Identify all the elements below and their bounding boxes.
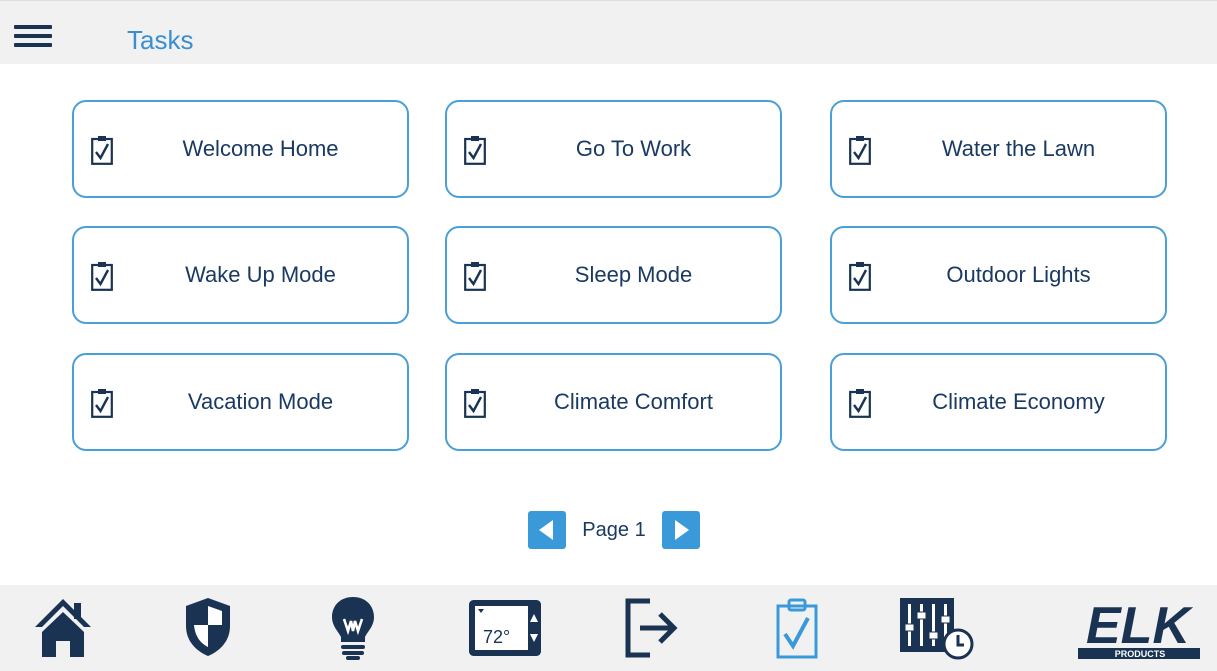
task-label: Wake Up Mode xyxy=(185,262,336,287)
exit-arrow-icon[interactable] xyxy=(622,598,680,658)
task-button-climate-comfort[interactable]: Climate Comfort xyxy=(445,353,782,451)
arrow-right-icon xyxy=(675,520,689,540)
task-button-vacation-mode[interactable]: Vacation Mode xyxy=(72,353,409,451)
logo-sub-text: PRODUCTS xyxy=(1115,649,1166,659)
lightbulb-icon[interactable] xyxy=(329,595,377,661)
clipboard-check-icon xyxy=(91,389,113,418)
clipboard-check-icon xyxy=(464,389,486,418)
clipboard-check-icon xyxy=(91,262,113,291)
thermostat-temp-text: 72° xyxy=(483,627,510,647)
bottom-nav-bar: 72° ELK PRODUCTS xyxy=(0,585,1217,671)
task-label: Climate Economy xyxy=(932,389,1105,414)
task-label: Climate Comfort xyxy=(554,389,713,414)
task-button-welcome-home[interactable]: Welcome Home xyxy=(72,100,409,198)
task-label: Sleep Mode xyxy=(574,262,693,287)
thermostat-icon[interactable]: 72° xyxy=(469,600,541,656)
task-label: Welcome Home xyxy=(182,136,339,161)
task-button-sleep-mode[interactable]: Sleep Mode xyxy=(445,226,782,324)
next-page-button[interactable] xyxy=(662,511,700,549)
clipboard-check-icon xyxy=(849,136,871,165)
clipboard-check-icon xyxy=(849,262,871,291)
page-title: Tasks xyxy=(127,25,194,55)
security-shield-icon[interactable] xyxy=(183,596,233,658)
automation-schedule-icon[interactable] xyxy=(898,596,978,662)
previous-page-button[interactable] xyxy=(528,511,566,549)
pagination: Page 1 xyxy=(528,511,700,549)
task-button-water-the-lawn[interactable]: Water the Lawn xyxy=(830,100,1167,198)
page-indicator: Page 1 xyxy=(582,519,646,541)
clipboard-check-icon xyxy=(464,136,486,165)
elk-products-logo: ELK PRODUCTS xyxy=(1078,599,1200,659)
clipboard-check-icon xyxy=(91,136,113,165)
task-label: Vacation Mode xyxy=(187,389,334,414)
task-button-wake-up-mode[interactable]: Wake Up Mode xyxy=(72,226,409,324)
home-icon[interactable] xyxy=(34,597,92,659)
task-button-outdoor-lights[interactable]: Outdoor Lights xyxy=(830,226,1167,324)
task-label: Outdoor Lights xyxy=(946,262,1091,287)
clipboard-check-icon xyxy=(464,262,486,291)
arrow-left-icon xyxy=(539,520,553,540)
logo-brand-text: ELK xyxy=(1086,599,1193,655)
task-label: Go To Work xyxy=(575,136,692,161)
menu-icon[interactable] xyxy=(14,25,52,49)
task-button-go-to-work[interactable]: Go To Work xyxy=(445,100,782,198)
header-bar: Tasks xyxy=(0,0,1217,64)
task-label: Water the Lawn xyxy=(941,136,1096,161)
clipboard-check-icon xyxy=(849,389,871,418)
task-button-climate-economy[interactable]: Climate Economy xyxy=(830,353,1167,451)
tasks-clipboard-icon[interactable] xyxy=(775,598,819,660)
